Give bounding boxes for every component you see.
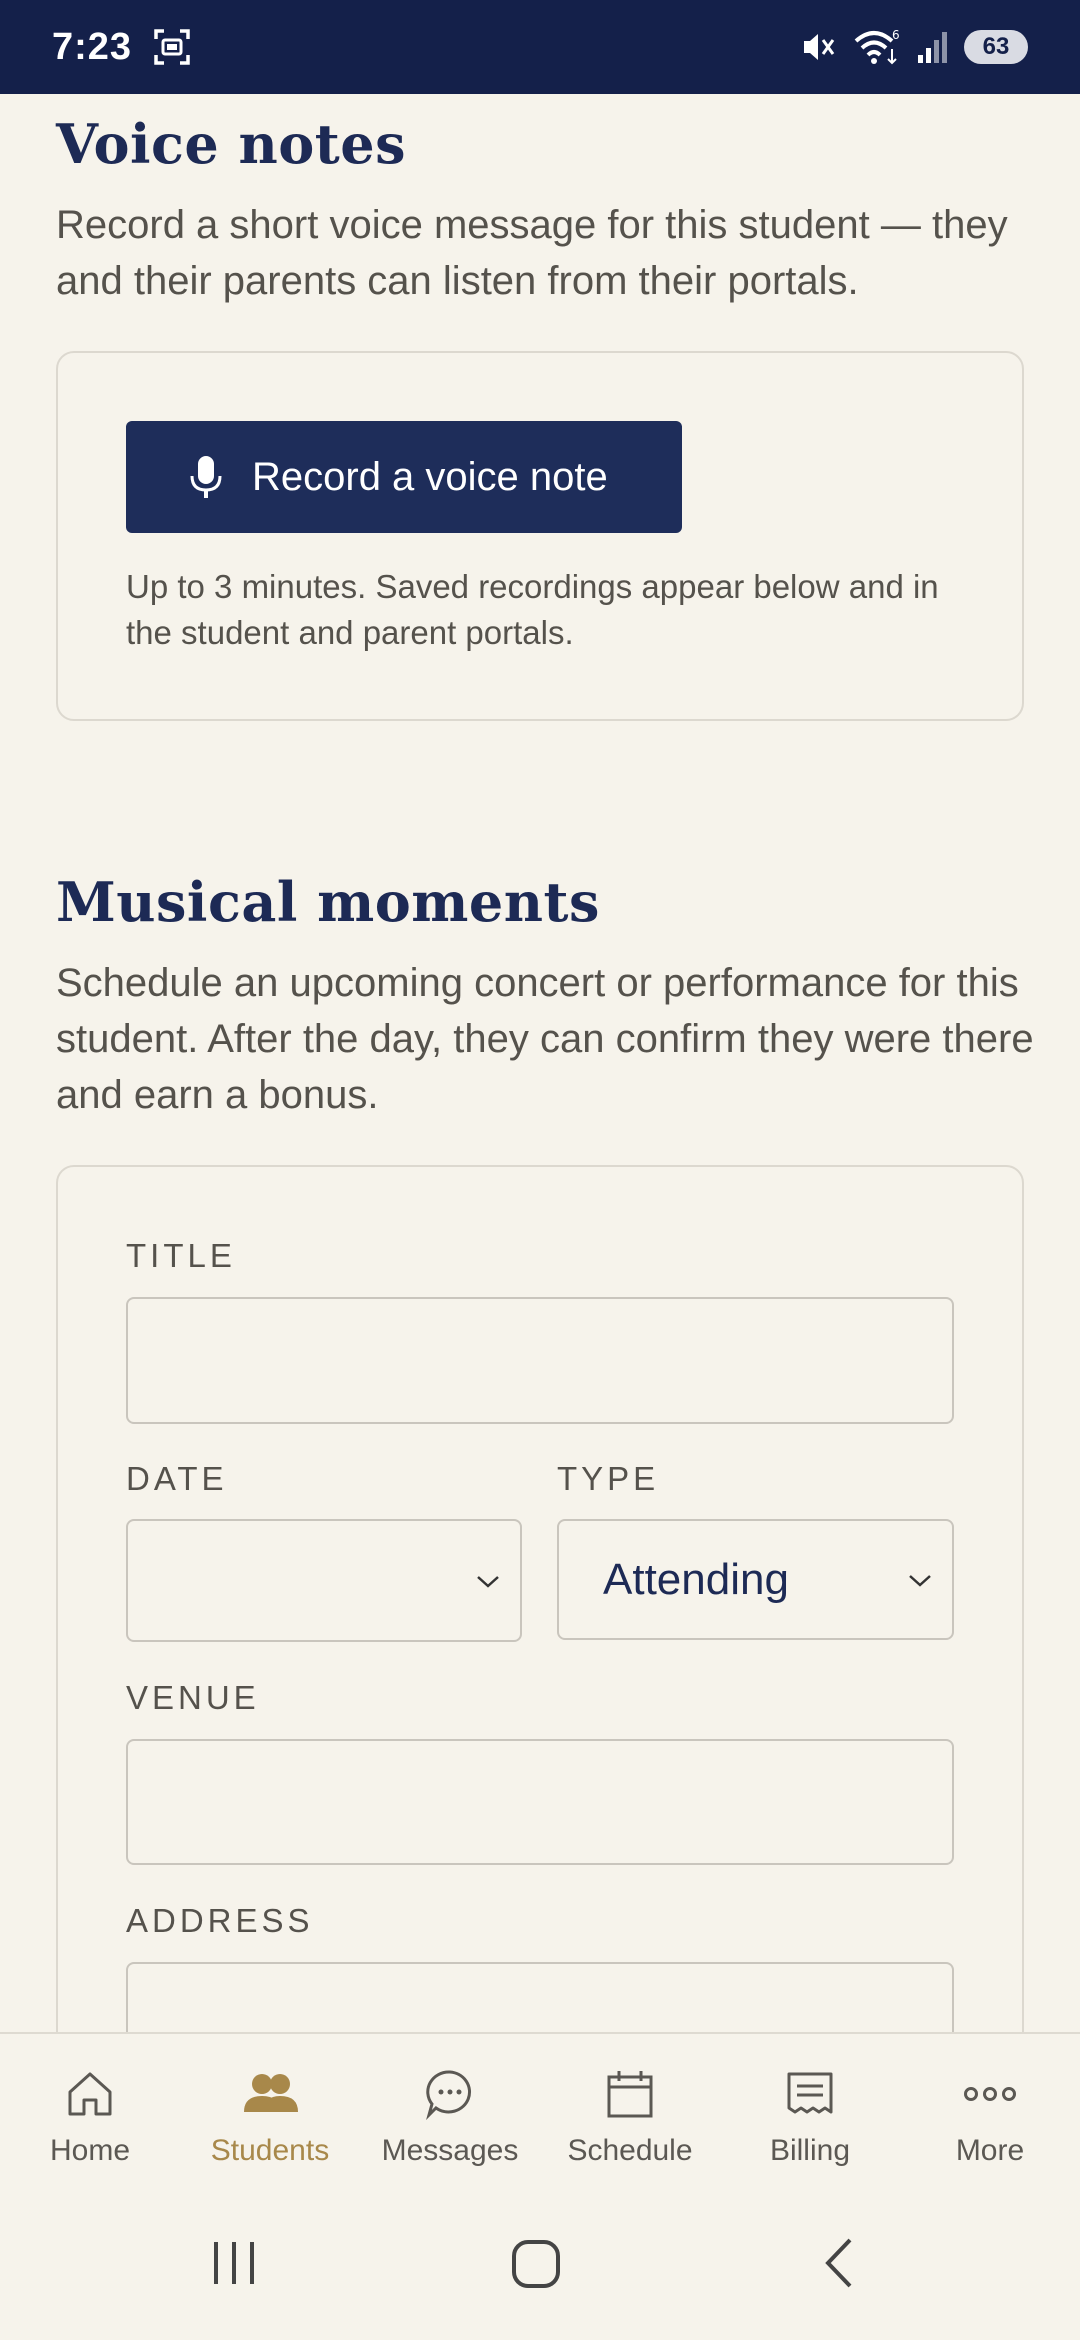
nav-home[interactable]: Home [0,2034,180,2194]
record-voice-note-label: Record a voice note [252,454,608,499]
status-icons: 6 63 [798,27,1028,67]
wifi-icon: 6 [854,28,900,65]
recent-apps-icon[interactable] [210,2232,260,2292]
calendar-icon [607,2071,653,2118]
svg-text:6: 6 [892,28,900,42]
type-select[interactable]: Attending [557,1519,954,1640]
more-icon [964,2087,1016,2101]
musical-moments-title: Musical moments [56,870,600,934]
musical-moments-description: Schedule an upcoming concert or performa… [56,961,1034,1117]
nav-home-label: Home [49,2134,131,2167]
voice-notes-hint: Up to 3 minutes. Saved recordings appear… [126,568,939,651]
venue-input[interactable] [126,1739,954,1865]
nav-billing[interactable]: Billing [720,2034,900,2194]
mute-icon [804,34,835,60]
type-value: Attending [603,1554,789,1604]
chevron-down-icon [477,1575,499,1588]
bottom-nav: Home Students Messages Schedule Billing … [0,2032,1080,2192]
nav-schedule[interactable]: Schedule [540,2034,720,2194]
microphone-icon [190,456,222,498]
voice-notes-description: Record a short voice message for this st… [56,203,1008,303]
nav-students-label: Students [210,2134,330,2167]
nav-more[interactable]: More [900,2034,1080,2194]
date-label: DATE [126,1460,228,1497]
signal-icon [918,32,947,63]
title-input[interactable] [126,1297,954,1424]
back-icon[interactable] [820,2232,860,2292]
title-label: TITLE [126,1237,236,1274]
voice-notes-card [56,351,1024,721]
nav-students[interactable]: Students [180,2034,360,2194]
status-bar: 7:23 6 63 [0,0,1080,94]
venue-label: VENUE [126,1679,260,1716]
address-input[interactable] [126,1962,954,2032]
nav-messages-label: Messages [381,2134,519,2167]
students-icon [244,2074,298,2112]
system-nav-bar [0,2192,1080,2340]
record-voice-note-button[interactable]: Record a voice note [126,421,682,533]
status-time: 7:23 [52,25,133,68]
nav-schedule-label: Schedule [567,2134,693,2167]
nav-messages[interactable]: Messages [360,2034,540,2194]
billing-icon [787,2072,833,2114]
type-label: TYPE [557,1460,660,1497]
battery-indicator: 63 [964,30,1028,64]
chevron-down-icon [909,1574,931,1587]
screenshot-icon [154,29,190,65]
messages-icon [426,2070,471,2120]
voice-notes-title: Voice notes [56,112,406,176]
home-button-icon[interactable] [510,2232,562,2292]
nav-more-label: More [955,2134,1025,2167]
address-label: ADDRESS [126,1902,314,1939]
main-content[interactable]: Voice notes Record a short voice message… [0,94,1080,2032]
home-icon [68,2072,112,2116]
nav-billing-label: Billing [769,2134,851,2167]
date-select[interactable] [126,1519,522,1642]
